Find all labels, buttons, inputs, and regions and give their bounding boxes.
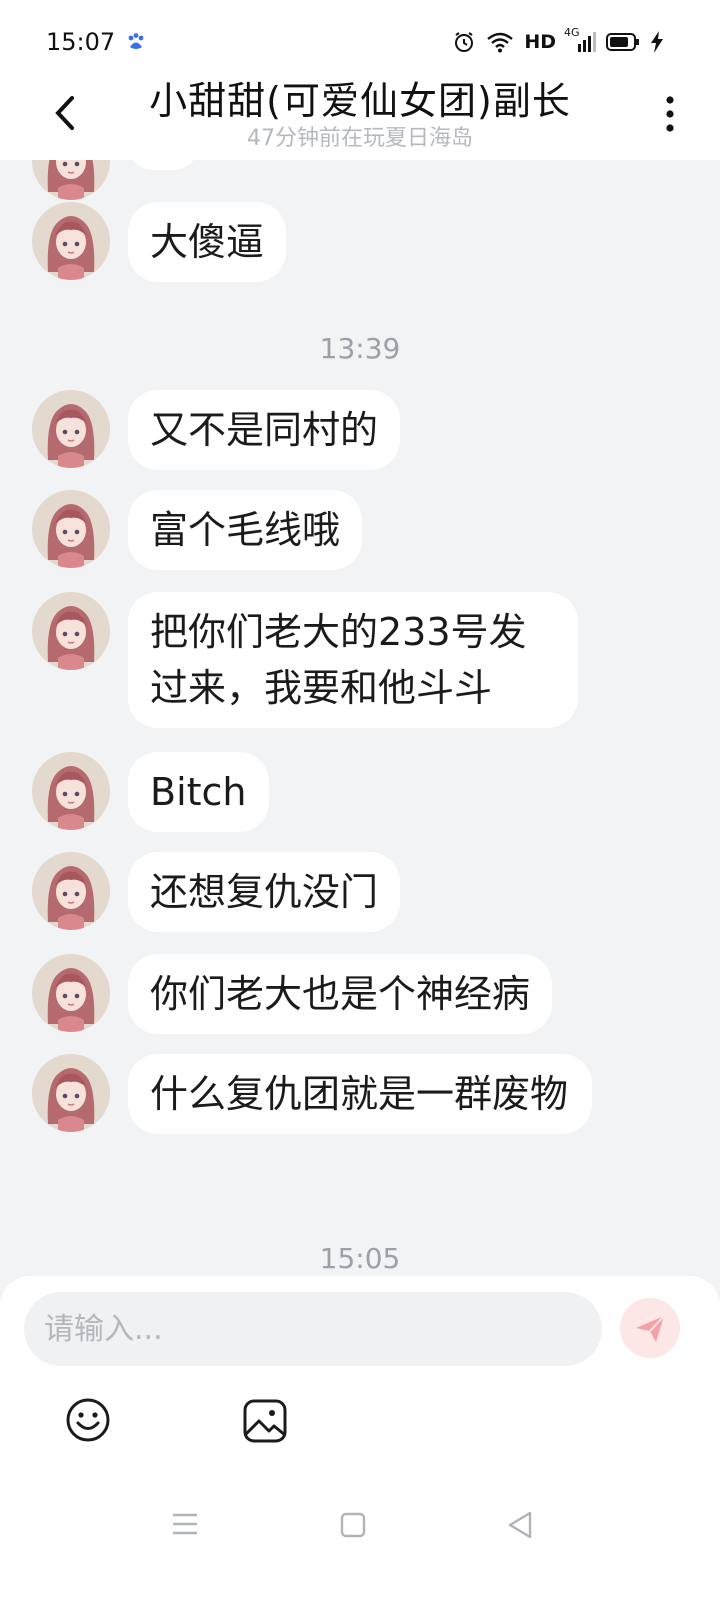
- chat-header: 小甜甜(可爱仙女团)副长 47分钟前在玩夏日海岛: [0, 68, 720, 160]
- message-bubble[interactable]: [128, 160, 198, 170]
- avatar[interactable]: [32, 752, 110, 830]
- image-icon: [243, 1399, 287, 1443]
- avatar-image: [32, 752, 110, 830]
- message-input-wrapper[interactable]: [24, 1292, 602, 1366]
- menu-icon: [173, 1513, 197, 1535]
- avatar[interactable]: [32, 202, 110, 280]
- hd-indicator: HD: [524, 31, 556, 53]
- avatar[interactable]: [32, 490, 110, 568]
- message-bubble[interactable]: 把你们老大的233号发过来，我要和他斗斗: [128, 592, 578, 728]
- message-bubble[interactable]: 富个毛线哦: [128, 490, 363, 570]
- avatar-image: [32, 202, 110, 280]
- avatar-image: [32, 1054, 110, 1132]
- avatar-image: [32, 954, 110, 1032]
- chat-subtitle: 47分钟前在玩夏日海岛: [247, 126, 473, 151]
- avatar-image: [32, 160, 110, 200]
- avatar[interactable]: [32, 592, 110, 670]
- network-type: 4G: [564, 26, 580, 39]
- message-bubble[interactable]: 什么复仇团就是一群废物: [128, 1054, 592, 1134]
- image-button[interactable]: [242, 1398, 288, 1444]
- message-bubble[interactable]: 你们老大也是个神经病: [128, 954, 553, 1034]
- charging-icon: [651, 31, 663, 53]
- battery-icon: [606, 33, 639, 51]
- timestamp-divider: 15:05: [319, 1242, 401, 1275]
- avatar-image: [32, 852, 110, 930]
- more-vertical-icon: [666, 96, 674, 132]
- signal-icon: 4G: [564, 26, 596, 52]
- baidu-paw-icon: [128, 33, 144, 49]
- home-button[interactable]: [340, 1512, 366, 1538]
- status-icons: HD 4G: [452, 26, 664, 54]
- wifi-icon: [487, 32, 514, 53]
- status-time: 15:07: [46, 28, 116, 56]
- message-bubble[interactable]: 又不是同村的: [128, 390, 401, 470]
- recent-apps-button[interactable]: [172, 1512, 198, 1536]
- more-button[interactable]: [662, 92, 678, 136]
- system-back-button[interactable]: [506, 1510, 534, 1540]
- square-icon: [340, 1512, 366, 1538]
- avatar[interactable]: [32, 390, 110, 468]
- smile-icon: [66, 1398, 110, 1442]
- emoji-button[interactable]: [64, 1396, 112, 1444]
- triangle-back-icon: [508, 1511, 532, 1539]
- avatar[interactable]: [32, 954, 110, 1032]
- message-list[interactable]: 大傻逼 13:39 又不是同村的 富个毛线哦 把你们老大的233号发过来，我要和…: [0, 160, 720, 1300]
- message-input[interactable]: [24, 1292, 602, 1366]
- message-bubble[interactable]: 大傻逼: [128, 202, 287, 282]
- avatar[interactable]: [32, 852, 110, 930]
- message-bubble[interactable]: 还想复仇没门: [128, 852, 401, 932]
- timestamp-divider: 13:39: [319, 332, 401, 365]
- avatar[interactable]: [32, 160, 110, 200]
- message-bubble[interactable]: Bitch: [128, 752, 269, 832]
- avatar-image: [32, 390, 110, 468]
- avatar[interactable]: [32, 1054, 110, 1132]
- alarm-icon: [455, 32, 474, 52]
- chat-title: 小甜甜(可爱仙女团)副长: [149, 79, 571, 123]
- avatar-image: [32, 592, 110, 670]
- system-navigation-bar: [0, 1490, 720, 1570]
- send-button[interactable]: [620, 1298, 680, 1358]
- avatar-image: [32, 490, 110, 568]
